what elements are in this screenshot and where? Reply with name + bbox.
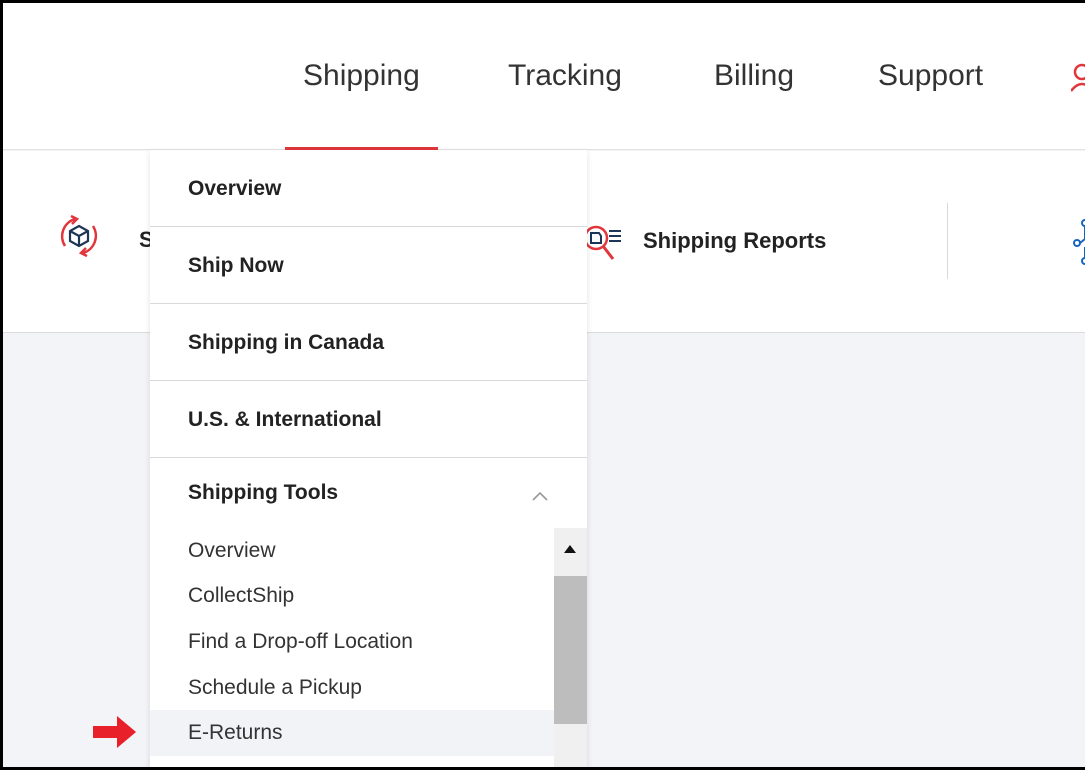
submenu-item-schedule-pickup[interactable]: Schedule a Pickup <box>150 665 554 711</box>
nav-support[interactable]: Support <box>878 59 983 93</box>
menu-item-ship-now[interactable]: Ship Now <box>150 227 587 304</box>
page-frame: Shipping Tracking Billing Support S Ship… <box>0 0 1085 770</box>
network-icon[interactable] <box>1071 217 1085 269</box>
shipping-reports-icon[interactable] <box>581 223 623 265</box>
submenu-item-overview[interactable]: Overview <box>150 528 554 574</box>
menu-item-shipping-in-canada[interactable]: Shipping in Canada <box>150 304 587 381</box>
subbar-divider <box>947 203 948 279</box>
nav-tracking[interactable]: Tracking <box>508 59 622 93</box>
submenu-scrollbar[interactable] <box>554 528 587 770</box>
menu-item-overview[interactable]: Overview <box>150 150 587 227</box>
submenu-item-find-drop-off[interactable]: Find a Drop-off Location <box>150 619 554 665</box>
subbar-reports-label[interactable]: Shipping Reports <box>643 228 826 254</box>
scrollbar-thumb[interactable] <box>554 576 587 724</box>
shipping-dropdown-menu: Overview Ship Now Shipping in Canada U.S… <box>150 150 587 770</box>
nav-shipping[interactable]: Shipping <box>285 59 438 150</box>
red-arrow-icon <box>93 716 136 748</box>
submenu-item-partial[interactable]: Tran... <box>150 756 554 770</box>
submenu-item-collectship[interactable]: CollectShip <box>150 573 554 619</box>
menu-item-shipping-tools[interactable]: Shipping Tools <box>150 458 587 528</box>
shipping-tools-submenu: Overview CollectShip Find a Drop-off Loc… <box>150 528 554 770</box>
scroll-up-arrow-icon[interactable] <box>563 544 577 554</box>
top-navigation: Shipping Tracking Billing Support <box>3 3 1085 150</box>
menu-item-us-international[interactable]: U.S. & International <box>150 381 587 458</box>
nav-billing[interactable]: Billing <box>714 59 794 93</box>
user-icon[interactable] <box>1071 63 1085 93</box>
submenu-item-e-returns[interactable]: E-Returns <box>150 710 554 756</box>
chevron-up-icon[interactable] <box>531 490 549 502</box>
box-returns-icon[interactable] <box>55 212 103 260</box>
